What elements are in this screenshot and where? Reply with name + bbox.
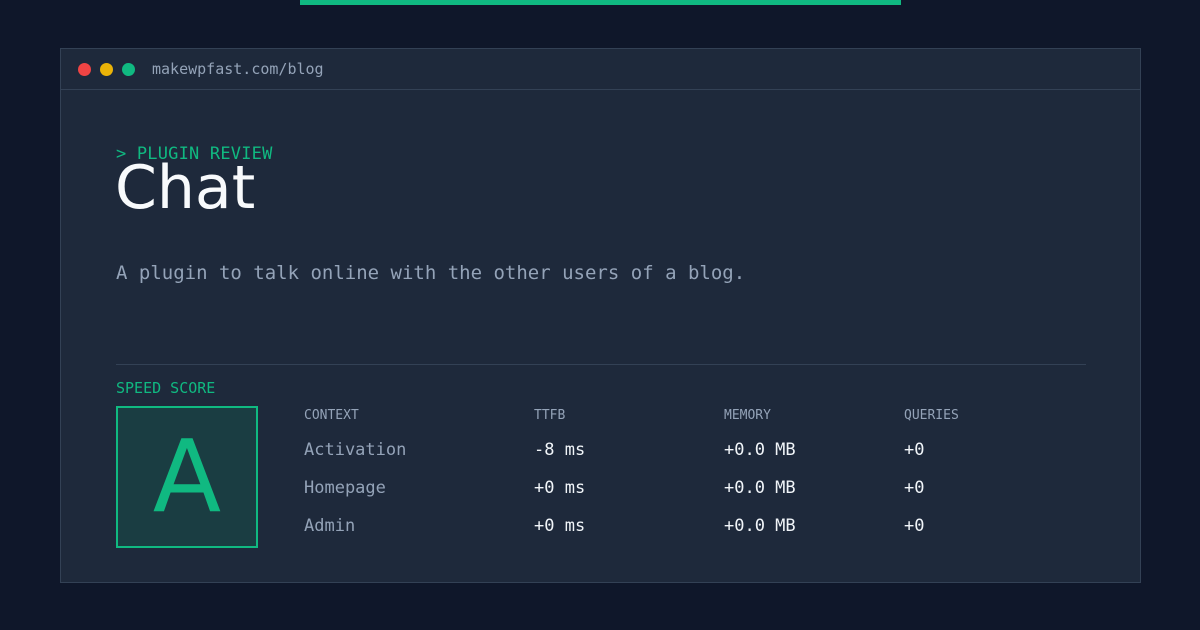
- context-cell: Activation: [304, 440, 407, 460]
- context-cell: Homepage: [304, 478, 386, 498]
- column-header-ttfb: TTFB: [534, 408, 566, 423]
- browser-window: makewpfast.com/blog > PLUGIN REVIEW Chat…: [60, 48, 1141, 583]
- queries-cell: +0: [904, 440, 925, 460]
- section-divider: [116, 364, 1086, 365]
- speed-score-label: SPEED SCORE: [116, 379, 216, 397]
- queries-cell: +0: [904, 516, 925, 536]
- column-header-queries: QUERIES: [904, 408, 959, 423]
- close-dot-icon[interactable]: [78, 62, 91, 76]
- column-header-memory: MEMORY: [724, 408, 771, 423]
- queries-cell: +0: [904, 478, 925, 498]
- minimize-dot-icon[interactable]: [100, 62, 113, 76]
- grade-letter: A: [152, 418, 222, 535]
- top-accent-bar: [300, 0, 901, 5]
- memory-cell: +0.0 MB: [724, 440, 796, 460]
- grade-badge: A: [116, 406, 258, 548]
- ttfb-cell: +0 ms: [534, 516, 586, 536]
- memory-cell: +0.0 MB: [724, 516, 796, 536]
- memory-cell: +0.0 MB: [724, 478, 796, 498]
- window-titlebar: makewpfast.com/blog: [61, 49, 1140, 90]
- ttfb-cell: -8 ms: [534, 440, 586, 460]
- plugin-description: A plugin to talk online with the other u…: [116, 262, 746, 284]
- url-text: makewpfast.com/blog: [152, 60, 324, 78]
- context-cell: Admin: [304, 516, 356, 536]
- column-header-context: CONTEXT: [304, 408, 359, 423]
- maximize-dot-icon[interactable]: [122, 62, 135, 76]
- page-title: Chat: [115, 153, 256, 223]
- ttfb-cell: +0 ms: [534, 478, 586, 498]
